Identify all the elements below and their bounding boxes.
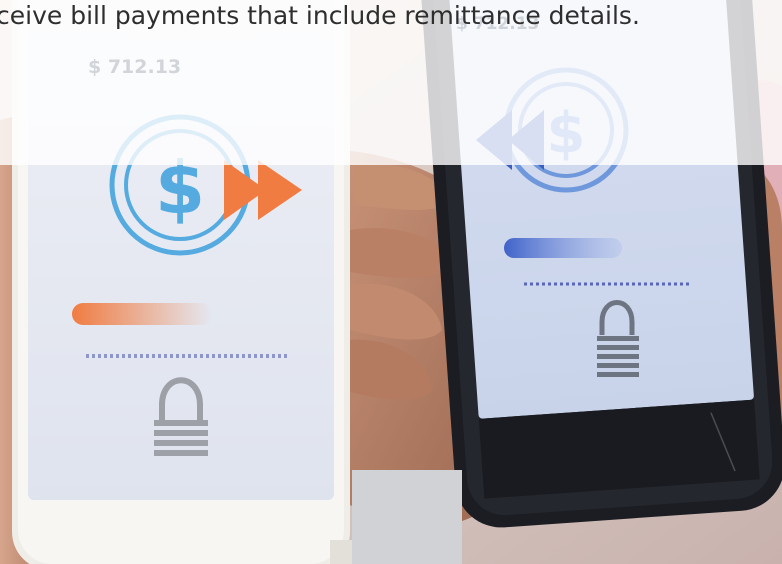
progress-bar-orange <box>72 303 212 325</box>
payment-amount-left: $ 712.13 <box>88 56 182 78</box>
progress-bar-blue <box>504 238 622 258</box>
photo-stage: $ $ 712.13 $ 712.13 ceive bill payments … <box>0 0 782 564</box>
background-device <box>352 470 462 564</box>
caption-text: ceive bill payments that include remitta… <box>0 1 640 30</box>
